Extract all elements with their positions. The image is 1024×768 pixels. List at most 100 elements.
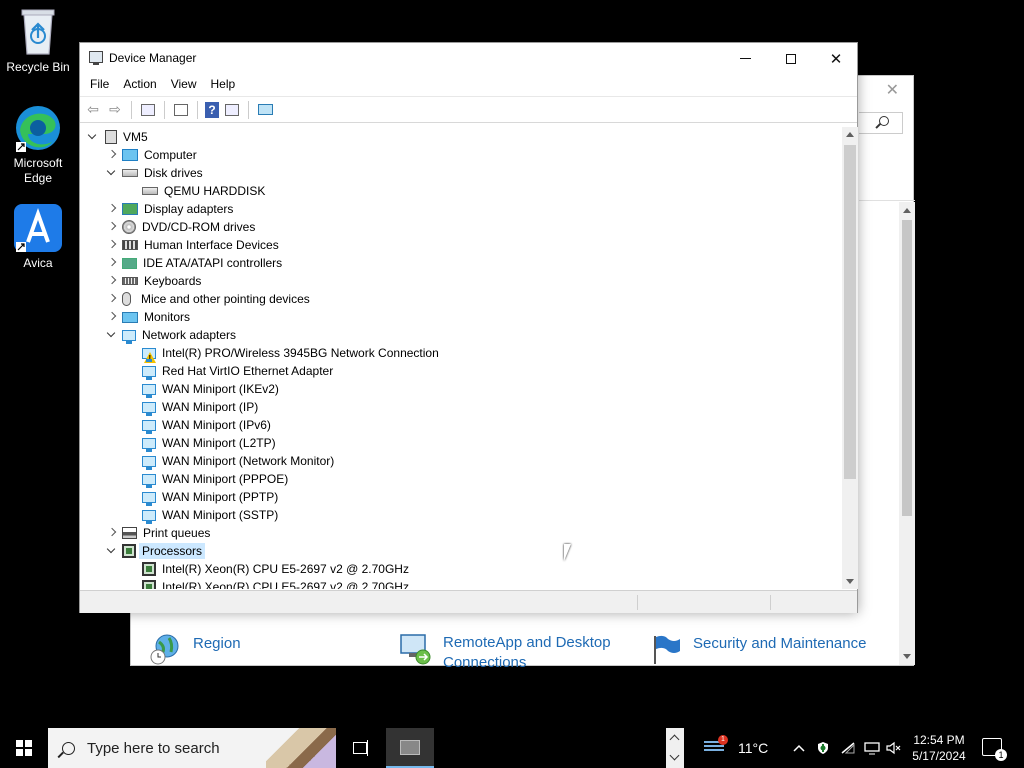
- scroll-thumb[interactable]: [902, 220, 912, 516]
- tree-leaf-network-adapter[interactable]: Intel(R) PRO/Wireless 3945BG Network Con…: [142, 344, 439, 363]
- collapse-icon[interactable]: [88, 132, 97, 141]
- desktop-icon-recycle-bin[interactable]: Recycle Bin: [0, 6, 76, 75]
- tree-root-label: VM5: [123, 130, 148, 144]
- desktop-icon-edge[interactable]: Microsoft Edge: [0, 104, 76, 186]
- security-shield-icon[interactable]: [816, 741, 830, 755]
- close-icon[interactable]: ✕: [886, 80, 899, 100]
- network-adapter-icon: [142, 419, 156, 434]
- tree-node-dvd-drives[interactable]: DVD/CD-ROM drives: [107, 218, 255, 236]
- search-icon: [62, 741, 75, 755]
- warning-icon: [144, 351, 156, 363]
- tree-leaf-label: WAN Miniport (IP): [162, 400, 259, 414]
- taskbar-app-device-manager[interactable]: [386, 728, 434, 768]
- tree-node-disk-drives[interactable]: Disk drives: [107, 164, 203, 182]
- maximize-button[interactable]: [768, 43, 814, 74]
- tree-leaf-label: Intel(R) PRO/Wireless 3945BG Network Con…: [162, 346, 439, 360]
- overflow-chevron-icon[interactable]: [666, 728, 684, 768]
- help-icon[interactable]: ?: [205, 101, 219, 118]
- scroll-down-icon[interactable]: [846, 579, 854, 584]
- tree-leaf-network-adapter[interactable]: Red Hat VirtIO Ethernet Adapter: [142, 362, 333, 380]
- scroll-up-icon[interactable]: [846, 132, 854, 137]
- tree-node-monitors[interactable]: Monitors: [107, 308, 190, 326]
- properties-icon[interactable]: [172, 101, 190, 119]
- start-button[interactable]: [0, 728, 48, 768]
- minimize-button[interactable]: [722, 43, 768, 74]
- tree-node-computer[interactable]: Computer: [107, 146, 197, 164]
- cp-item-label: Region: [193, 635, 241, 652]
- collapse-icon[interactable]: [107, 330, 116, 339]
- tree-leaf-network-adapter[interactable]: WAN Miniport (L2TP): [142, 434, 276, 452]
- collapse-icon[interactable]: [107, 168, 116, 177]
- tree-node-label: Mice and other pointing devices: [141, 292, 310, 306]
- scan-hardware-icon[interactable]: [256, 101, 274, 119]
- menu-file[interactable]: File: [83, 74, 116, 96]
- collapse-icon[interactable]: [107, 546, 116, 555]
- tree-leaf-processor[interactable]: Intel(R) Xeon(R) CPU E5-2697 v2 @ 2.70GH…: [142, 578, 409, 589]
- tree-leaf-network-adapter[interactable]: WAN Miniport (IPv6): [142, 416, 271, 434]
- title-bar[interactable]: Device Manager ✕: [80, 43, 857, 74]
- windows-logo-icon: [16, 740, 32, 756]
- tree-node-display-adapters[interactable]: Display adapters: [107, 200, 233, 218]
- tree-leaf-network-adapter[interactable]: WAN Miniport (IKEv2): [142, 380, 279, 398]
- tree-leaf-network-adapter[interactable]: WAN Miniport (PPPOE): [142, 470, 288, 488]
- weather-widget[interactable]: 1 11°C: [704, 728, 768, 768]
- expand-icon[interactable]: [107, 258, 116, 267]
- scroll-down-icon[interactable]: [903, 654, 911, 659]
- network-adapter-icon: [142, 365, 156, 380]
- cp-item-security-maintenance[interactable]: Security and Maintenance: [649, 632, 866, 666]
- desktop-icon-avica[interactable]: Avica: [0, 204, 76, 271]
- tree-leaf-qemu-harddisk[interactable]: QEMU HARDDISK: [142, 182, 265, 200]
- back-arrow-icon[interactable]: ⇦: [84, 101, 102, 119]
- tree-node-keyboards[interactable]: Keyboards: [107, 272, 201, 290]
- expand-icon[interactable]: [107, 150, 116, 159]
- show-hide-console-tree-icon[interactable]: [139, 101, 157, 119]
- show-hidden-icons-icon[interactable]: [793, 742, 807, 756]
- taskbar-search[interactable]: Type here to search: [48, 728, 336, 768]
- expand-icon[interactable]: [107, 294, 116, 303]
- expand-icon[interactable]: [107, 204, 116, 213]
- tree-leaf-network-adapter[interactable]: WAN Miniport (PPTP): [142, 488, 278, 506]
- control-panel-search[interactable]: [859, 112, 903, 134]
- tree-leaf-label: Intel(R) Xeon(R) CPU E5-2697 v2 @ 2.70GH…: [162, 580, 409, 589]
- task-view-button[interactable]: [342, 728, 378, 768]
- tree-node-hid[interactable]: Human Interface Devices: [107, 236, 279, 254]
- tree-leaf-network-adapter[interactable]: WAN Miniport (Network Monitor): [142, 452, 334, 470]
- volume-muted-icon[interactable]: [886, 741, 901, 755]
- expand-icon[interactable]: [107, 276, 116, 285]
- mouse-icon: [122, 292, 131, 306]
- cp-item-region[interactable]: Region: [149, 632, 241, 666]
- menu-help[interactable]: Help: [204, 74, 243, 96]
- notification-center-icon[interactable]: 1: [982, 738, 1007, 761]
- computer-icon: [105, 130, 117, 144]
- tree-leaf-network-adapter[interactable]: WAN Miniport (IP): [142, 398, 258, 416]
- taskbar-clock[interactable]: 12:54 PM 5/17/2024: [906, 732, 972, 764]
- menu-view[interactable]: View: [164, 74, 204, 96]
- close-button[interactable]: ✕: [813, 43, 859, 74]
- avica-icon: [14, 204, 62, 252]
- tree-leaf-network-adapter[interactable]: WAN Miniport (SSTP): [142, 506, 278, 524]
- menu-action[interactable]: Action: [116, 74, 163, 96]
- device-manager-icon: [400, 739, 420, 755]
- tree-node-mice[interactable]: Mice and other pointing devices: [107, 290, 310, 308]
- scroll-up-icon[interactable]: [903, 208, 911, 213]
- tree-scrollbar[interactable]: [842, 127, 858, 589]
- cp-item-remoteapp[interactable]: RemoteApp and Desktop Connections: [399, 631, 633, 673]
- expand-icon[interactable]: [107, 240, 116, 249]
- scroll-thumb[interactable]: [844, 145, 856, 479]
- expand-icon[interactable]: [107, 222, 116, 231]
- tree-node-print-queues[interactable]: Print queues: [107, 524, 210, 542]
- tree-leaf-processor[interactable]: Intel(R) Xeon(R) CPU E5-2697 v2 @ 2.70GH…: [142, 560, 409, 578]
- expand-icon[interactable]: [107, 312, 116, 321]
- tree-root[interactable]: VM5: [88, 128, 148, 146]
- forward-arrow-icon[interactable]: ⇨: [106, 101, 124, 119]
- expand-icon[interactable]: [107, 528, 116, 537]
- action-pane-icon[interactable]: [223, 101, 241, 119]
- tree-node-label: Human Interface Devices: [144, 238, 279, 252]
- network-disconnected-icon[interactable]: [840, 741, 855, 755]
- control-panel-scrollbar[interactable]: [899, 202, 915, 665]
- display-icon[interactable]: [864, 741, 880, 755]
- tree-node-network-adapters[interactable]: Network adapters: [107, 326, 236, 344]
- tree-node-processors[interactable]: Processors: [107, 542, 206, 560]
- status-bar: [80, 590, 857, 613]
- tree-node-ide-controllers[interactable]: IDE ATA/ATAPI controllers: [107, 254, 282, 272]
